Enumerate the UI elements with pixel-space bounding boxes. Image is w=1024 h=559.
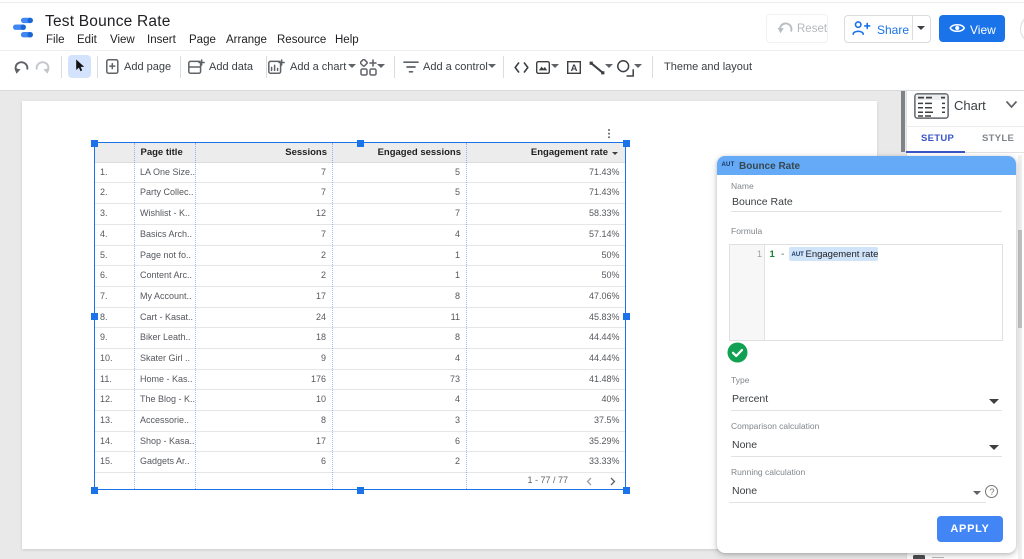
svg-text:A: A [571, 63, 578, 74]
